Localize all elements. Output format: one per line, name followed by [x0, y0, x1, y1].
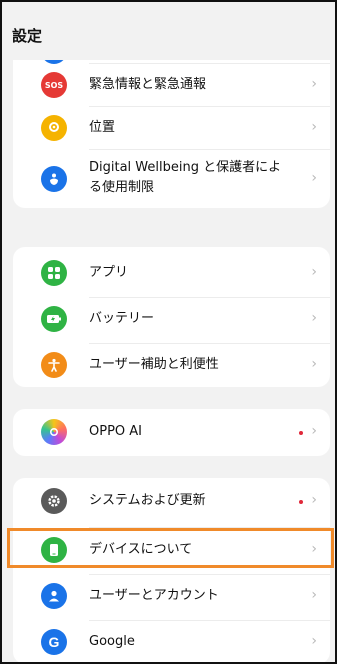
sos-icon: SOS — [41, 72, 67, 98]
settings-item-label: ユーザーとアカウント — [89, 588, 219, 603]
battery-icon — [41, 306, 67, 332]
chevron-right-icon: › — [311, 76, 317, 92]
chevron-right-icon: › — [311, 119, 317, 135]
settings-group-3: OPPO AI › — [13, 409, 330, 456]
settings-item-label: OPPO AI — [89, 424, 143, 439]
chevron-right-icon: › — [311, 170, 317, 186]
user-icon — [41, 583, 67, 609]
settings-item-accessibility[interactable]: ユーザー補助と利便性 › — [13, 344, 330, 387]
accessibility-icon — [41, 352, 67, 378]
apps-icon — [41, 260, 67, 286]
page-title: 設定 — [12, 27, 43, 45]
settings-item-label: ユーザー補助と利便性 — [89, 357, 219, 372]
settings-item-label: 位置 — [89, 120, 116, 135]
chevron-right-icon: › — [311, 541, 317, 557]
location-icon — [41, 115, 67, 141]
notification-dot — [299, 500, 303, 504]
gear-icon — [41, 488, 67, 514]
settings-item-battery[interactable]: バッテリー › — [13, 298, 330, 342]
settings-item-label: システムおよび更新 — [89, 493, 206, 508]
chevron-right-icon: › — [311, 492, 317, 508]
settings-item-label: デバイスについて — [89, 542, 193, 557]
settings-item-users-accounts[interactable]: ユーザーとアカウント › — [13, 575, 330, 620]
chevron-right-icon: › — [311, 356, 317, 372]
chevron-right-icon: › — [311, 310, 317, 326]
settings-group-2: アプリ › バッテリー › ユーザー補助と利便性 › — [13, 247, 330, 387]
settings-item-oppo-ai[interactable]: OPPO AI › — [13, 409, 330, 456]
settings-item-label: バッテリー — [89, 311, 155, 326]
settings-item-apps[interactable]: アプリ › — [13, 251, 330, 295]
oppo-ai-icon — [41, 419, 67, 445]
digital-wellbeing-icon — [41, 166, 67, 192]
settings-group-4: システムおよび更新 › デバイスについて › ユーザーとアカウント › G Go… — [13, 478, 330, 662]
settings-item-emergency[interactable]: SOS 緊急情報と緊急通報 › — [13, 64, 330, 106]
settings-item-google[interactable]: G Google › — [13, 621, 330, 662]
settings-item-digital-wellbeing[interactable]: Digital Wellbeing と保護者によ る使用制限 › — [13, 150, 330, 208]
settings-item-location[interactable]: 位置 › — [13, 107, 330, 149]
device-icon — [41, 537, 67, 563]
settings-item-about-device[interactable]: デバイスについて › — [13, 528, 330, 574]
chevron-right-icon: › — [311, 423, 317, 439]
settings-item-label: Google — [89, 634, 135, 649]
settings-screen: SOS 緊急情報と緊急通報 › 位置 › Digital Wellbeing と… — [0, 0, 337, 664]
settings-item-label-line1: Digital Wellbeing と保護者によ — [89, 160, 282, 175]
chevron-right-icon: › — [311, 264, 317, 280]
chevron-right-icon: › — [311, 587, 317, 603]
settings-item-system-update[interactable]: システムおよび更新 › — [13, 478, 330, 524]
settings-item-label: アプリ — [89, 265, 129, 280]
google-icon: G — [41, 629, 67, 655]
chevron-right-icon: › — [311, 633, 317, 649]
app-header: 設定 — [2, 2, 335, 60]
settings-group-1: SOS 緊急情報と緊急通報 › 位置 › Digital Wellbeing と… — [13, 40, 330, 208]
settings-item-label: 緊急情報と緊急通報 — [89, 77, 207, 92]
settings-item-label-line2: る使用制限 — [89, 180, 155, 195]
notification-dot — [299, 431, 303, 435]
